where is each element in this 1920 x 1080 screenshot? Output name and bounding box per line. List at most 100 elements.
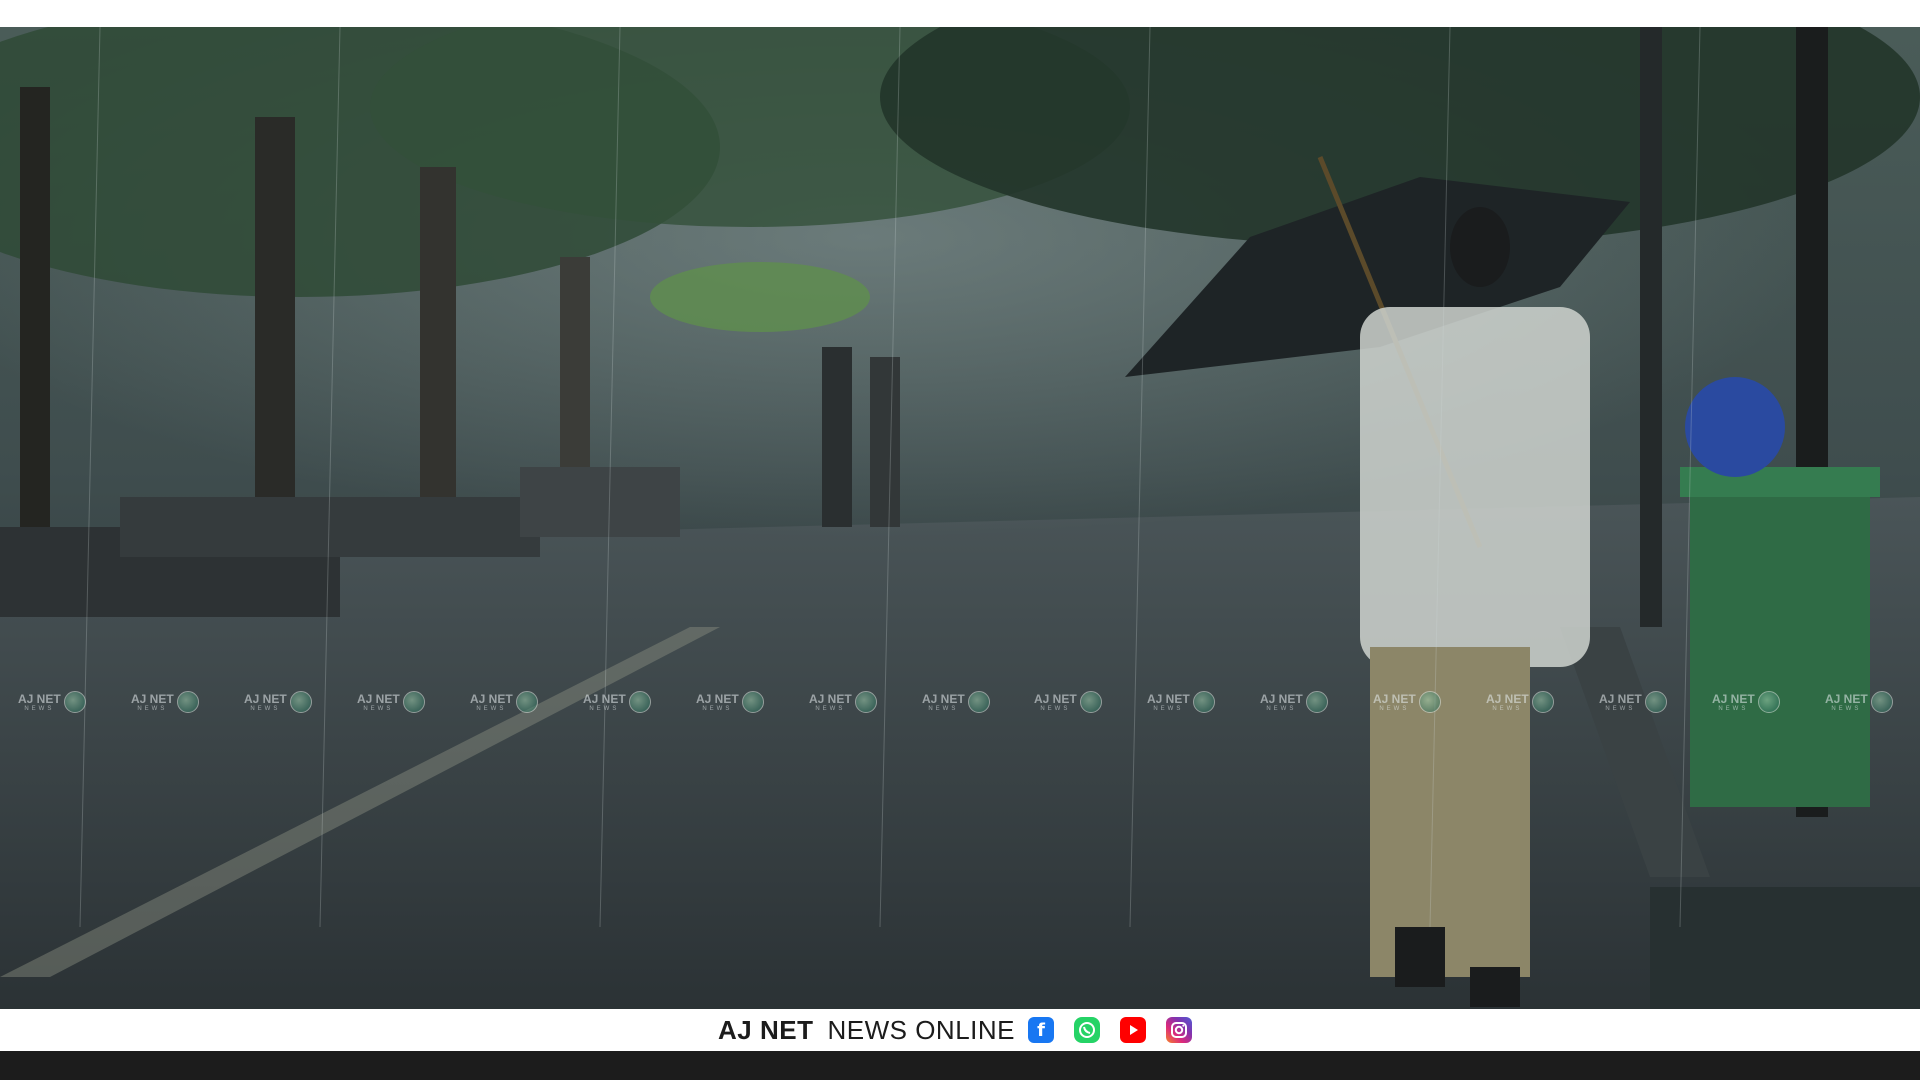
youtube-icon[interactable] bbox=[1120, 1017, 1146, 1043]
watermark-sub: NEWS bbox=[1605, 705, 1636, 712]
watermark-brand: AJ NET bbox=[583, 691, 626, 706]
globe-icon bbox=[1644, 691, 1667, 713]
watermark-brand: AJ NET bbox=[470, 691, 513, 706]
watermark-sub: NEWS bbox=[1492, 705, 1523, 712]
watermark-sub: NEWS bbox=[1718, 705, 1749, 712]
watermark-brand: AJ NET bbox=[809, 691, 852, 706]
watermark-brand: AJ NET bbox=[1712, 691, 1755, 706]
globe-icon bbox=[402, 691, 425, 713]
watermark-sub: NEWS bbox=[1379, 705, 1410, 712]
watermark-sub: NEWS bbox=[1831, 705, 1862, 712]
watermark: AJ NET NEWS bbox=[18, 691, 86, 713]
watermark-text: AJ NET NEWS bbox=[470, 693, 513, 712]
watermark-text: AJ NET NEWS bbox=[1373, 693, 1416, 712]
youtube-glyph bbox=[1130, 1025, 1138, 1035]
watermark: AJ NET NEWS bbox=[583, 691, 651, 713]
watermark-text: AJ NET NEWS bbox=[1825, 693, 1868, 712]
watermark-text: AJ NET NEWS bbox=[357, 693, 400, 712]
bottom-strip bbox=[0, 1051, 1920, 1080]
watermark-text: AJ NET NEWS bbox=[1486, 693, 1529, 712]
watermark: AJ NET NEWS bbox=[1373, 691, 1441, 713]
brand-tagline: NEWS ONLINE bbox=[827, 1014, 1015, 1045]
watermark-brand: AJ NET bbox=[1599, 691, 1642, 706]
watermark: AJ NET NEWS bbox=[357, 691, 425, 713]
globe-icon bbox=[628, 691, 651, 713]
globe-icon bbox=[515, 691, 538, 713]
watermark-sub: NEWS bbox=[250, 705, 281, 712]
watermark-brand: AJ NET bbox=[1373, 691, 1416, 706]
watermark-text: AJ NET NEWS bbox=[131, 693, 174, 712]
watermark: AJ NET NEWS bbox=[470, 691, 538, 713]
watermark-sub: NEWS bbox=[24, 705, 55, 712]
watermark-brand: AJ NET bbox=[1486, 691, 1529, 706]
globe-icon bbox=[967, 691, 990, 713]
watermark-sub: NEWS bbox=[1266, 705, 1297, 712]
watermark-text: AJ NET NEWS bbox=[583, 693, 626, 712]
watermark-sub: NEWS bbox=[476, 705, 507, 712]
watermark-text: AJ NET NEWS bbox=[1034, 693, 1077, 712]
watermark-sub: NEWS bbox=[1153, 705, 1184, 712]
top-strip bbox=[0, 0, 1920, 27]
watermark-text: AJ NET NEWS bbox=[18, 693, 61, 712]
facebook-icon[interactable]: f bbox=[1028, 1017, 1054, 1043]
watermark-brand: AJ NET bbox=[18, 691, 61, 706]
watermark: AJ NET NEWS bbox=[809, 691, 877, 713]
watermark: AJ NET NEWS bbox=[1147, 691, 1215, 713]
watermark: AJ NET NEWS bbox=[1486, 691, 1554, 713]
watermark: AJ NET NEWS bbox=[131, 691, 199, 713]
watermark: AJ NET NEWS bbox=[1260, 691, 1328, 713]
globe-icon bbox=[63, 691, 86, 713]
watermark-row: AJ NET NEWS AJ NET NEWS AJ NET NEWS AJ NET NEWS… bbox=[0, 691, 1920, 721]
whatsapp-icon[interactable] bbox=[1074, 1017, 1100, 1043]
rainy-street-illustration bbox=[0, 27, 1920, 1009]
watermark: AJ NET NEWS bbox=[696, 691, 764, 713]
watermark-sub: NEWS bbox=[815, 705, 846, 712]
whatsapp-glyph bbox=[1079, 1022, 1095, 1038]
watermark-sub: NEWS bbox=[363, 705, 394, 712]
globe-icon bbox=[176, 691, 199, 713]
watermark-sub: NEWS bbox=[702, 705, 733, 712]
globe-icon bbox=[741, 691, 764, 713]
social-links: f bbox=[1028, 1015, 1192, 1045]
watermark-text: AJ NET NEWS bbox=[1260, 693, 1303, 712]
watermark-sub: NEWS bbox=[137, 705, 168, 712]
watermark-text: AJ NET NEWS bbox=[1712, 693, 1755, 712]
watermark-text: AJ NET NEWS bbox=[244, 693, 287, 712]
watermark-text: AJ NET NEWS bbox=[696, 693, 739, 712]
globe-icon bbox=[1757, 691, 1780, 713]
watermark-text: AJ NET NEWS bbox=[922, 693, 965, 712]
globe-icon bbox=[1305, 691, 1328, 713]
watermark-sub: NEWS bbox=[1040, 705, 1071, 712]
footer-brand: AJ NET NEWS ONLINE bbox=[718, 1015, 1015, 1045]
footer-bar: AJ NET NEWS ONLINE f bbox=[0, 1009, 1920, 1051]
watermark-sub: NEWS bbox=[589, 705, 620, 712]
instagram-glyph bbox=[1171, 1022, 1187, 1038]
watermark-brand: AJ NET bbox=[1034, 691, 1077, 706]
watermark: AJ NET NEWS bbox=[922, 691, 990, 713]
globe-icon bbox=[854, 691, 877, 713]
watermark-brand: AJ NET bbox=[244, 691, 287, 706]
watermark: AJ NET NEWS bbox=[1712, 691, 1780, 713]
watermark-text: AJ NET NEWS bbox=[809, 693, 852, 712]
globe-icon bbox=[1418, 691, 1441, 713]
globe-icon bbox=[289, 691, 312, 713]
watermark-brand: AJ NET bbox=[131, 691, 174, 706]
globe-icon bbox=[1531, 691, 1554, 713]
watermark: AJ NET NEWS bbox=[1034, 691, 1102, 713]
watermark-brand: AJ NET bbox=[357, 691, 400, 706]
globe-icon bbox=[1192, 691, 1215, 713]
watermark-sub: NEWS bbox=[928, 705, 959, 712]
globe-icon bbox=[1870, 691, 1893, 713]
brand-name: AJ NET bbox=[718, 1014, 814, 1045]
watermark-brand: AJ NET bbox=[1260, 691, 1303, 706]
watermark: AJ NET NEWS bbox=[1599, 691, 1667, 713]
page: AJ NET NEWS AJ NET NEWS AJ NET NEWS AJ NET NEWS… bbox=[0, 0, 1920, 1080]
globe-icon bbox=[1079, 691, 1102, 713]
watermark: AJ NET NEWS bbox=[244, 691, 312, 713]
watermark-brand: AJ NET bbox=[1147, 691, 1190, 706]
news-photo: AJ NET NEWS AJ NET NEWS AJ NET NEWS AJ NET NEWS… bbox=[0, 27, 1920, 1009]
watermark: AJ NET NEWS bbox=[1825, 691, 1893, 713]
watermark-brand: AJ NET bbox=[922, 691, 965, 706]
instagram-icon[interactable] bbox=[1166, 1017, 1192, 1043]
watermark-text: AJ NET NEWS bbox=[1147, 693, 1190, 712]
